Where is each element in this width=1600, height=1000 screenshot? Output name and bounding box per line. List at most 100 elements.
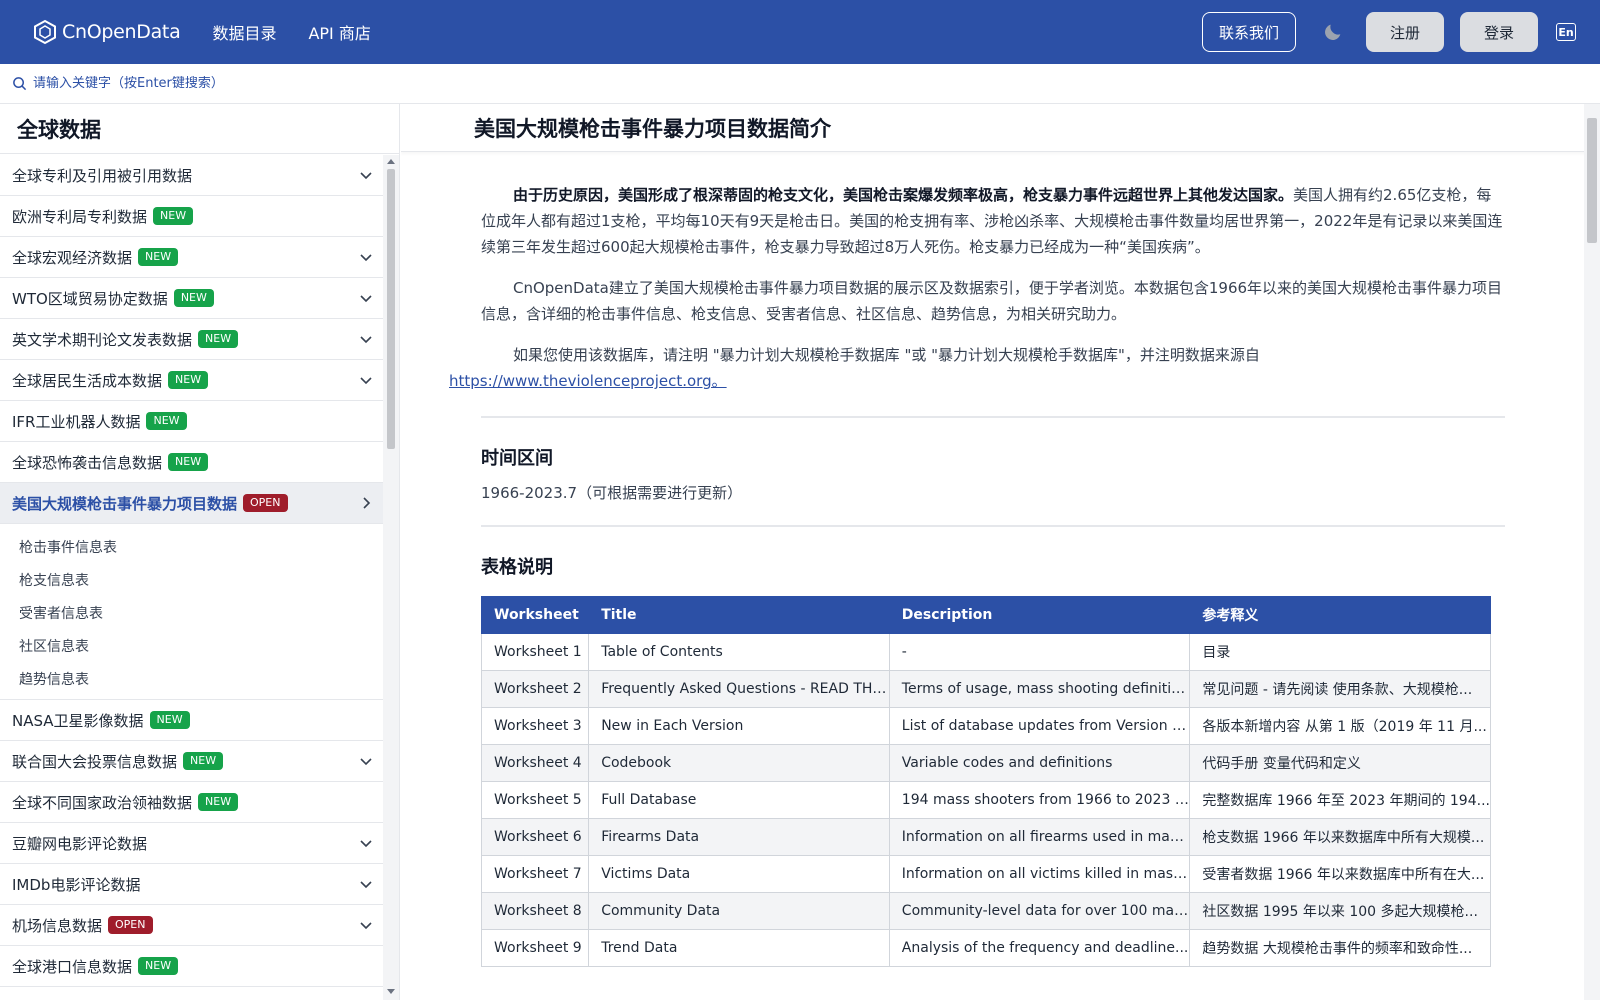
table-cell: Full Database [588,781,890,819]
table-cell: Worksheet 7 [480,855,590,893]
dark-mode-moon-icon[interactable] [1322,21,1344,43]
sidebar-item-label: IMDb电影评论数据 [12,875,141,894]
period-title: 时间区间 [481,448,553,469]
table-row: Worksheet 6 Firearms Data Information on a… [480,818,1491,856]
header-title: Title [588,596,890,634]
new-badge: NEW [138,957,179,975]
nav-data-catalog[interactable]: 数据目录 [212,20,276,44]
sidebar-item-label: 欧洲专利局专利数据 [12,207,148,226]
sidebar-scrollbar[interactable] [383,155,399,1000]
sidebar-title: 全球数据 [0,104,399,154]
table-cell: 趋势数据 大规模枪击事件的频率和致命性... [1189,929,1491,967]
divider [481,525,1505,527]
table-section-title: 表格说明 [481,557,553,578]
sidebar-item[interactable]: 英文学术期刊论文发表数据 NEW [0,319,384,360]
chevron-down-icon[interactable] [358,249,374,265]
sidebar-item-label: 英文学术期刊论文发表数据 [12,330,193,349]
chevron-down-icon[interactable] [358,753,374,769]
new-badge: NEW [153,207,194,225]
sidebar-item[interactable]: 欧洲专利局专利数据 NEW [0,196,384,237]
source-link[interactable]: https://www.theviolenceproject.org。 [449,372,727,390]
sidebar-item[interactable]: 全球港口信息数据 NEW [0,946,384,987]
table-cell: Frequently Asked Questions - READ THI... [588,670,890,708]
table-cell: - [888,633,1191,671]
sidebar-item[interactable]: 豆瓣网电影评论数据 [0,823,384,864]
sidebar-item[interactable]: 联合国大会投票信息数据 NEW [0,741,384,782]
sidebar-item[interactable]: 美国大规模枪击事件暴力项目数据 OPEN [0,483,384,524]
scroll-up-arrow-icon[interactable] [387,159,395,164]
table-cell: Worksheet 8 [480,892,590,930]
table-row: Worksheet 9 Trend Data Analysis of the fre… [480,929,1491,967]
chevron-down-icon[interactable] [358,876,374,892]
submenu-item[interactable]: 社区信息表 [0,629,384,662]
sidebar-item[interactable]: 全球宏观经济数据 NEW [0,237,384,278]
content-header: 美国大规模枪击事件暴力项目数据简介 [401,104,1600,152]
chevron-down-icon[interactable] [358,331,374,347]
top-navbar: CnOpenData 数据目录 API 商店 联系我们 注册 登录 En [0,0,1600,64]
sidebar-item[interactable]: IFR工业机器人数据 NEW [0,401,384,442]
language-switch-icon[interactable]: En [1556,23,1576,41]
header-worksheet: Worksheet [480,596,590,634]
sidebar-item[interactable]: NASA卫星影像数据 NEW [0,700,384,741]
sidebar-item-label: 全球专利及引用被引用数据 [12,166,193,185]
sidebar-item-label: 豆瓣网电影评论数据 [12,834,148,853]
content-scrollbar[interactable] [1584,104,1600,1000]
sidebar-item-label: 机场信息数据 [12,916,103,935]
table-cell: 社区数据 1995 年以来 100 多起大规模枪... [1189,892,1491,930]
content-scroll-thumb[interactable] [1587,118,1597,243]
sidebar-item[interactable]: 机场信息数据 OPEN [0,905,384,946]
register-button[interactable]: 注册 [1365,12,1444,52]
sidebar-item[interactable]: 全球恐怖袭击信息数据 NEW [0,442,384,483]
search-input[interactable] [33,76,433,91]
divider [481,416,1505,418]
table-cell: Variable codes and definitions [888,744,1191,782]
chevron-down-icon[interactable] [358,290,374,306]
sidebar-scroll-thumb[interactable] [387,169,395,449]
sidebar-menu: 全球专利及引用被引用数据 欧洲专利局专利数据 NEW 全球宏观经济数据 NEW WTO区域… [0,155,384,987]
sidebar-item[interactable]: 全球不同国家政治领袖数据 NEW [0,782,384,823]
scroll-down-arrow-icon[interactable] [387,989,395,994]
table-cell: Table of Contents [588,633,890,671]
sidebar-item-label: 全球居民生活成本数据 [12,371,163,390]
table-cell: Worksheet 5 [480,781,590,819]
table-cell: New in Each Version [588,707,890,745]
chevron-right-icon[interactable] [358,495,374,511]
chevron-down-icon[interactable] [358,835,374,851]
chevron-down-icon[interactable] [358,372,374,388]
sidebar-item-label: 全球不同国家政治领袖数据 [12,793,193,812]
search-bar [0,64,1600,104]
table-cell: Worksheet 3 [480,707,590,745]
contact-us-button[interactable]: 联系我们 [1201,12,1296,52]
chevron-down-icon[interactable] [358,167,374,183]
submenu-item[interactable]: 枪支信息表 [0,563,384,596]
period-text: 1966-2023.7（可根据需要进行更新） [481,484,743,502]
search-icon [13,77,27,91]
table-cell: Victims Data [588,855,890,893]
table-row: Worksheet 5 Full Database 194 mass shooter… [480,781,1491,819]
nav-api-store[interactable]: API 商店 [308,20,370,44]
submenu-item[interactable]: 趋势信息表 [0,662,384,695]
sidebar-item[interactable]: IMDb电影评论数据 [0,864,384,905]
sidebar-item[interactable]: WTO区域贸易协定数据 NEW [0,278,384,319]
sidebar-item[interactable]: 全球居民生活成本数据 NEW [0,360,384,401]
sidebar-item-label: 联合国大会投票信息数据 [12,752,178,771]
table-cell: Codebook [588,744,890,782]
table-cell: Trend Data [588,929,890,967]
new-badge: NEW [146,412,187,430]
table-cell: Community-level data for over 100 mass..… [888,892,1191,930]
sidebar-item[interactable]: 全球专利及引用被引用数据 [0,155,384,196]
article: 由于历史原因，美国形成了根深蒂固的枪支文化，美国枪击案爆发频率极高，枪支暴力事件… [449,182,1505,967]
submenu-item[interactable]: 枪击事件信息表 [0,530,384,563]
table-cell: Worksheet 4 [480,744,590,782]
table-row: Worksheet 7 Victims Data Information on al… [480,855,1491,893]
logo[interactable]: CnOpenData [32,19,181,45]
new-badge: NEW [198,330,239,348]
table-cell: 各版本新增内容 从第 1 版（2019 年 11 月... [1189,707,1491,745]
table-cell: 常见问题 - 请先阅读 使用条款、大规模枪... [1189,670,1491,708]
submenu-item[interactable]: 受害者信息表 [0,596,384,629]
login-button[interactable]: 登录 [1459,12,1538,52]
sidebar-item-label: NASA卫星影像数据 [12,711,144,730]
table-row: Worksheet 4 Codebook Variable codes and de… [480,744,1491,782]
chevron-down-icon[interactable] [358,917,374,933]
table-cell: Worksheet 9 [480,929,590,967]
